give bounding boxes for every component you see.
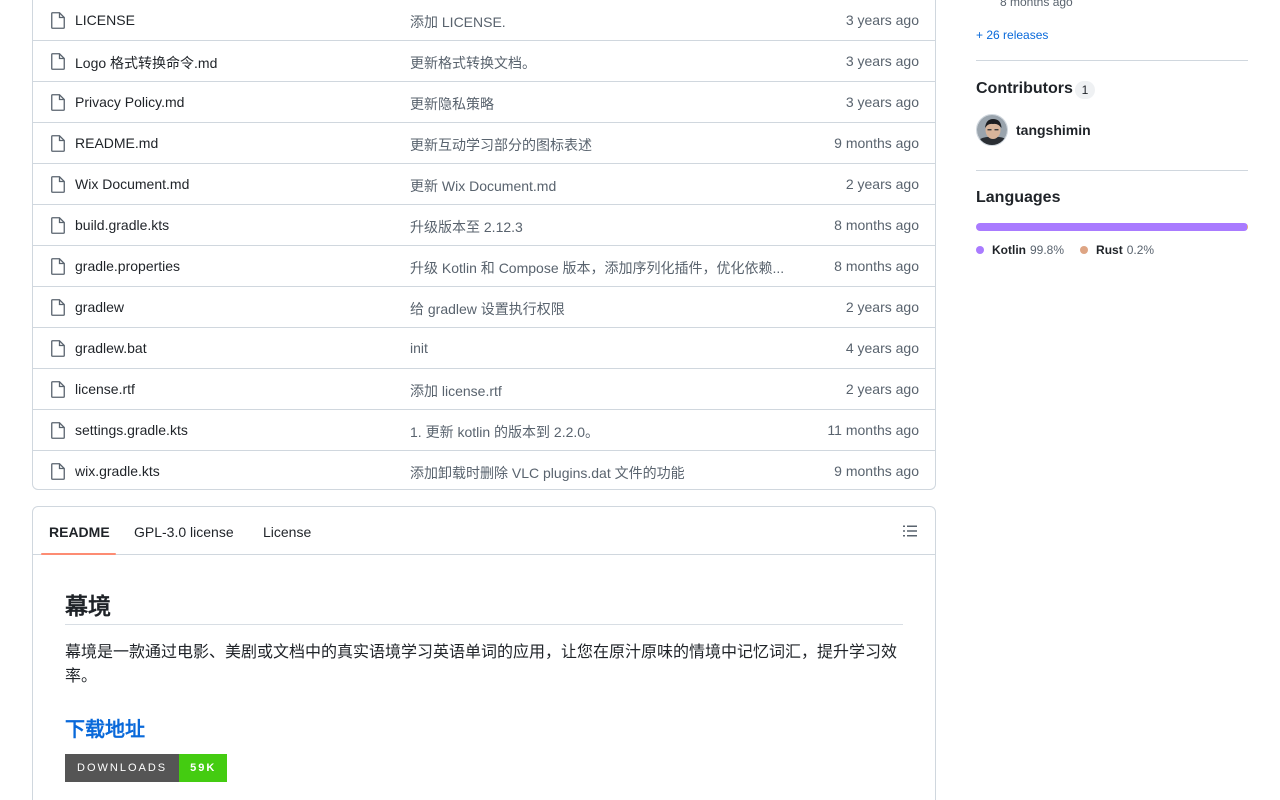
file-row[interactable]: settings.gradle.kts 1. 更新 kotlin 的版本到 2.2… <box>33 410 935 451</box>
language-name: Kotlin <box>992 243 1026 257</box>
language-item[interactable]: Kotlin 99.8% <box>976 243 1064 257</box>
file-name-link[interactable]: wix.gradle.kts <box>75 463 160 479</box>
readme-description: 幕境是一款通过电影、美剧或文档中的真实语境学习英语单词的应用，让您在原汁原味的情… <box>65 644 898 685</box>
file-name-link[interactable]: README.md <box>75 135 158 151</box>
file-name-link[interactable]: gradlew.bat <box>75 340 147 356</box>
file-row[interactable]: Privacy Policy.md 更新隐私策略 3 years ago <box>33 82 935 123</box>
file-name-link[interactable]: LICENSE <box>75 12 135 28</box>
readme-title: 幕境 <box>65 593 111 619</box>
language-item[interactable]: Rust 0.2% <box>1080 243 1154 257</box>
file-list: LICENSE 添加 LICENSE. 3 years ago Logo 格式转换命令… <box>32 0 936 490</box>
commit-date: 2 years ago <box>845 176 919 192</box>
commit-message-link[interactable]: 1. 更新 kotlin 的版本到 2.2.0。 <box>410 422 599 442</box>
commit-message-link[interactable]: 更新隐私策略 <box>410 94 494 114</box>
commit-date: 3 years ago <box>845 53 919 69</box>
divider <box>65 624 903 625</box>
badge-label: DOWNLOADS <box>65 754 180 782</box>
file-icon <box>51 53 65 70</box>
divider <box>976 60 1248 61</box>
file-icon <box>51 176 65 193</box>
commit-message-link[interactable]: 升级 Kotlin 和 Compose 版本，添加序列化插件，优化依赖... <box>410 258 784 278</box>
commit-date: 2 years ago <box>845 299 919 315</box>
file-row[interactable]: Logo 格式转换命令.md 更新格式转换文档。 3 years ago <box>33 41 935 82</box>
divider <box>976 170 1248 171</box>
commit-message-link[interactable]: 添加卸载时删除 VLC plugins.dat 文件的功能 <box>410 463 685 483</box>
file-icon <box>51 258 65 275</box>
file-icon <box>51 299 65 316</box>
commit-date: 8 months ago <box>834 217 919 233</box>
file-row[interactable]: wix.gradle.kts 添加卸载时删除 VLC plugins.dat 文件… <box>33 451 935 489</box>
file-icon <box>51 381 65 398</box>
repo-sidebar: 8 months ago + 26 releases Contributors … <box>976 0 1248 800</box>
contributor-name[interactable]: tangshimin <box>1016 122 1091 138</box>
commit-message-link[interactable]: 添加 LICENSE. <box>410 12 506 32</box>
download-heading-link[interactable]: 下载地址 <box>65 713 145 742</box>
file-icon <box>51 340 65 357</box>
commit-message-link[interactable]: 给 gradlew 设置执行权限 <box>410 299 565 319</box>
commit-date: 9 months ago <box>834 463 919 479</box>
file-row[interactable]: build.gradle.kts 升级版本至 2.12.3 8 months ago <box>33 205 935 246</box>
commit-date: 2 years ago <box>845 381 919 397</box>
file-icon <box>51 12 65 29</box>
file-row[interactable]: license.rtf 添加 license.rtf 2 years ago <box>33 369 935 410</box>
file-row[interactable]: gradlew 给 gradlew 设置执行权限 2 years ago <box>33 287 935 328</box>
tab-readme[interactable]: README <box>49 524 110 540</box>
file-name-link[interactable]: gradle.properties <box>75 258 180 274</box>
releases-link[interactable]: + 26 releases <box>976 28 1048 42</box>
contributors-count: 1 <box>1075 81 1095 99</box>
commit-message-link[interactable]: 更新互动学习部分的图标表述 <box>410 135 592 155</box>
file-name-link[interactable]: Privacy Policy.md <box>75 94 184 110</box>
file-name-link[interactable]: build.gradle.kts <box>75 217 169 233</box>
active-tab-indicator <box>41 553 116 555</box>
language-name: Rust <box>1096 243 1123 257</box>
language-percent: 99.8% <box>1030 243 1065 257</box>
language-bar <box>976 223 1248 231</box>
file-icon <box>51 94 65 111</box>
tab-license-gpl[interactable]: GPL-3.0 license <box>134 524 234 540</box>
file-row[interactable]: gradle.properties 升级 Kotlin 和 Compose 版本，… <box>33 246 935 287</box>
commit-date: 3 years ago <box>845 12 919 28</box>
commit-message-link[interactable]: init <box>410 340 428 356</box>
language-color-dot <box>1080 246 1089 254</box>
commit-message-link[interactable]: 添加 license.rtf <box>410 381 502 401</box>
file-icon <box>51 463 65 480</box>
language-bar-segment <box>976 223 1248 231</box>
commit-date: 3 years ago <box>845 94 919 110</box>
commit-date: 8 months ago <box>834 258 919 274</box>
avatar[interactable] <box>976 114 1008 146</box>
file-row[interactable]: Wix Document.md 更新 Wix Document.md 2 years… <box>33 164 935 205</box>
contributors-heading[interactable]: Contributors <box>976 80 1073 98</box>
language-list: Kotlin 99.8% Rust 0.2% <box>976 243 1154 257</box>
file-icon <box>51 217 65 234</box>
outline-icon[interactable] <box>902 523 918 539</box>
commit-date: 4 years ago <box>845 340 919 356</box>
readme-tabs: README GPL-3.0 license License <box>33 507 935 555</box>
file-name-link[interactable]: Logo 格式转换命令.md <box>75 53 217 73</box>
language-color-dot <box>976 246 984 254</box>
commit-message-link[interactable]: 更新 Wix Document.md <box>410 176 556 196</box>
file-name-link[interactable]: gradlew <box>75 299 124 315</box>
file-icon <box>51 135 65 152</box>
downloads-badge[interactable]: DOWNLOADS 59K <box>65 754 228 782</box>
file-icon <box>51 422 65 439</box>
badge-value: 59K <box>179 754 228 782</box>
tab-license[interactable]: License <box>263 524 311 540</box>
file-row[interactable]: gradlew.bat init 4 years ago <box>33 328 935 369</box>
commit-message-link[interactable]: 更新格式转换文档。 <box>410 53 536 73</box>
commit-date: 9 months ago <box>834 135 919 151</box>
file-name-link[interactable]: Wix Document.md <box>75 176 189 192</box>
file-row[interactable]: README.md 更新互动学习部分的图标表述 9 months ago <box>33 123 935 164</box>
latest-release-date: 8 months ago <box>1000 0 1073 9</box>
commit-date: 11 months ago <box>827 422 919 438</box>
commit-message-link[interactable]: 升级版本至 2.12.3 <box>410 217 523 237</box>
language-percent: 0.2% <box>1126 243 1155 257</box>
file-name-link[interactable]: license.rtf <box>75 381 135 397</box>
file-name-link[interactable]: settings.gradle.kts <box>75 422 188 438</box>
file-row[interactable]: LICENSE 添加 LICENSE. 3 years ago <box>33 0 935 41</box>
language-bar-segment <box>1247 223 1248 231</box>
languages-heading: Languages <box>976 189 1061 206</box>
readme-panel: README GPL-3.0 license License 幕境 幕境是一款通… <box>32 506 936 800</box>
